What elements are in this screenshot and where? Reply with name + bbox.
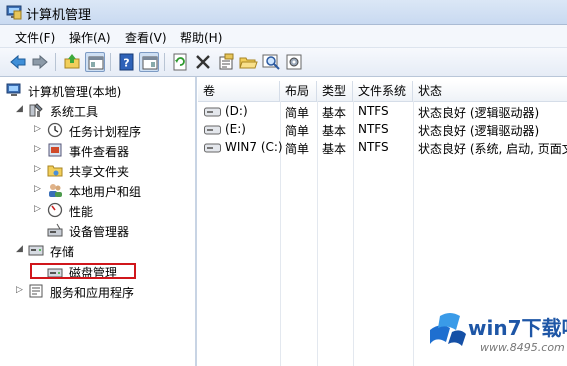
menu-file[interactable]: 文件(F) bbox=[15, 29, 55, 46]
tree-item-label: 计算机管理(本地) bbox=[28, 85, 122, 99]
computer-management-icon bbox=[6, 4, 22, 20]
table-row[interactable]: WIN7 (C:) 简单 基本 NTFS 状态良好 (系统, 启动, 页面文 bbox=[198, 138, 567, 156]
toolbar-separator bbox=[110, 53, 111, 71]
status-cell: 状态良好 (系统, 启动, 页面文 bbox=[418, 142, 567, 156]
computer-management-icon bbox=[6, 82, 22, 98]
volume-name: (D:) bbox=[225, 104, 248, 118]
filesystem-cell: NTFS bbox=[358, 122, 389, 136]
menu-action[interactable]: 操作(A) bbox=[69, 29, 111, 46]
storage-icon bbox=[28, 242, 44, 258]
search-icon[interactable] bbox=[261, 52, 281, 72]
tree-item-label: 事件查看器 bbox=[69, 145, 130, 159]
toolbar-separator bbox=[164, 53, 165, 71]
volume-cell: (E:) bbox=[204, 122, 246, 136]
windows-logo-icon bbox=[426, 308, 468, 350]
tree-item-label: 共享文件夹 bbox=[69, 165, 130, 179]
event-viewer-icon bbox=[47, 142, 63, 158]
volume-name: WIN7 (C:) bbox=[225, 140, 283, 154]
column-header-filesystem[interactable]: 文件系统 bbox=[353, 81, 413, 101]
tree-item-label: 系统工具 bbox=[50, 105, 99, 119]
menu-bar: 文件(F) 操作(A) 查看(V) 帮助(H) bbox=[0, 25, 567, 48]
table-row[interactable]: (D:) 简单 基本 NTFS 状态良好 (逻辑驱动器) bbox=[198, 102, 567, 120]
services-icon bbox=[28, 283, 44, 299]
volume-cell: WIN7 (C:) bbox=[204, 140, 283, 154]
shared-folder-icon bbox=[47, 162, 63, 178]
menu-view[interactable]: 查看(V) bbox=[125, 29, 167, 46]
svg-text:?: ? bbox=[123, 57, 129, 70]
toolbar-separator bbox=[55, 53, 56, 71]
expand-arrow-icon[interactable]: ▷ bbox=[34, 184, 44, 196]
expand-arrow-icon[interactable]: ▷ bbox=[34, 124, 44, 136]
type-cell: 基本 bbox=[322, 142, 347, 156]
column-header-row: 卷 布局 类型 文件系统 状态 bbox=[198, 81, 567, 102]
back-arrow-icon[interactable] bbox=[8, 52, 28, 72]
watermark-text: win7下载吧 bbox=[468, 316, 567, 340]
device-manager-icon bbox=[47, 222, 63, 238]
layout-cell: 简单 bbox=[285, 124, 310, 138]
status-cell: 状态良好 (逻辑驱动器) bbox=[418, 106, 540, 120]
delete-icon[interactable] bbox=[193, 52, 213, 72]
menu-help[interactable]: 帮助(H) bbox=[180, 29, 222, 46]
tree-item-label: 任务计划程序 bbox=[69, 125, 142, 139]
tree-item-label: 存储 bbox=[50, 245, 75, 259]
system-tools-icon bbox=[28, 102, 44, 118]
toolbar: ? bbox=[0, 48, 567, 77]
expand-arrow-icon[interactable]: ▷ bbox=[34, 164, 44, 176]
drive-icon bbox=[204, 107, 221, 117]
tree-item-label: 服务和应用程序 bbox=[50, 286, 135, 300]
performance-gauge-icon bbox=[47, 202, 63, 218]
help-icon[interactable]: ? bbox=[117, 52, 137, 72]
users-icon bbox=[47, 182, 63, 198]
window-title: 计算机管理 bbox=[26, 8, 92, 23]
status-cell: 状态良好 (逻辑驱动器) bbox=[418, 124, 540, 138]
show-tree-icon[interactable] bbox=[85, 52, 105, 72]
expand-arrow-icon[interactable]: ▷ bbox=[16, 285, 26, 297]
settings-icon[interactable] bbox=[284, 52, 304, 72]
column-header-type[interactable]: 类型 bbox=[317, 81, 353, 101]
watermark-url: www.8495.com bbox=[480, 341, 565, 354]
tree-item-label: 性能 bbox=[69, 205, 94, 219]
properties-icon[interactable] bbox=[216, 52, 236, 72]
filesystem-cell: NTFS bbox=[358, 140, 389, 154]
tree-item-label: 设备管理器 bbox=[69, 225, 130, 239]
drive-icon bbox=[204, 125, 221, 135]
column-header-layout[interactable]: 布局 bbox=[280, 81, 317, 101]
title-bar: 计算机管理 bbox=[0, 0, 567, 25]
clock-icon bbox=[47, 122, 63, 138]
tree-item-label: 本地用户和组 bbox=[69, 185, 142, 199]
table-row[interactable]: (E:) 简单 基本 NTFS 状态良好 (逻辑驱动器) bbox=[198, 120, 567, 138]
drive-icon bbox=[204, 143, 221, 153]
watermark: win7下载吧 www.8495.com bbox=[420, 300, 567, 366]
expand-arrow-icon[interactable]: ▷ bbox=[34, 204, 44, 216]
layout-cell: 简单 bbox=[285, 106, 310, 120]
filesystem-cell: NTFS bbox=[358, 104, 389, 118]
open-folder-icon[interactable] bbox=[238, 52, 258, 72]
collapse-arrow-icon[interactable]: ◢ bbox=[16, 244, 26, 256]
console-tree-icon[interactable] bbox=[139, 52, 159, 72]
expand-arrow-icon[interactable]: ▷ bbox=[34, 144, 44, 156]
collapse-arrow-icon[interactable]: ◢ bbox=[16, 104, 26, 116]
refresh-icon[interactable] bbox=[170, 52, 190, 72]
volume-cell: (D:) bbox=[204, 104, 248, 118]
volume-name: (E:) bbox=[225, 122, 246, 136]
up-folder-icon[interactable] bbox=[62, 52, 82, 72]
type-cell: 基本 bbox=[322, 124, 347, 138]
forward-arrow-icon[interactable] bbox=[30, 52, 50, 72]
layout-cell: 简单 bbox=[285, 142, 310, 156]
type-cell: 基本 bbox=[322, 106, 347, 120]
highlight-box bbox=[30, 263, 136, 279]
column-header-volume[interactable]: 卷 bbox=[198, 81, 280, 101]
column-header-status[interactable]: 状态 bbox=[413, 81, 567, 101]
console-tree: 计算机管理(本地) ◢ 系统工具 ▷ 任务计划程序 ▷ 事件查看器 ▷ 共享文件… bbox=[0, 77, 197, 366]
